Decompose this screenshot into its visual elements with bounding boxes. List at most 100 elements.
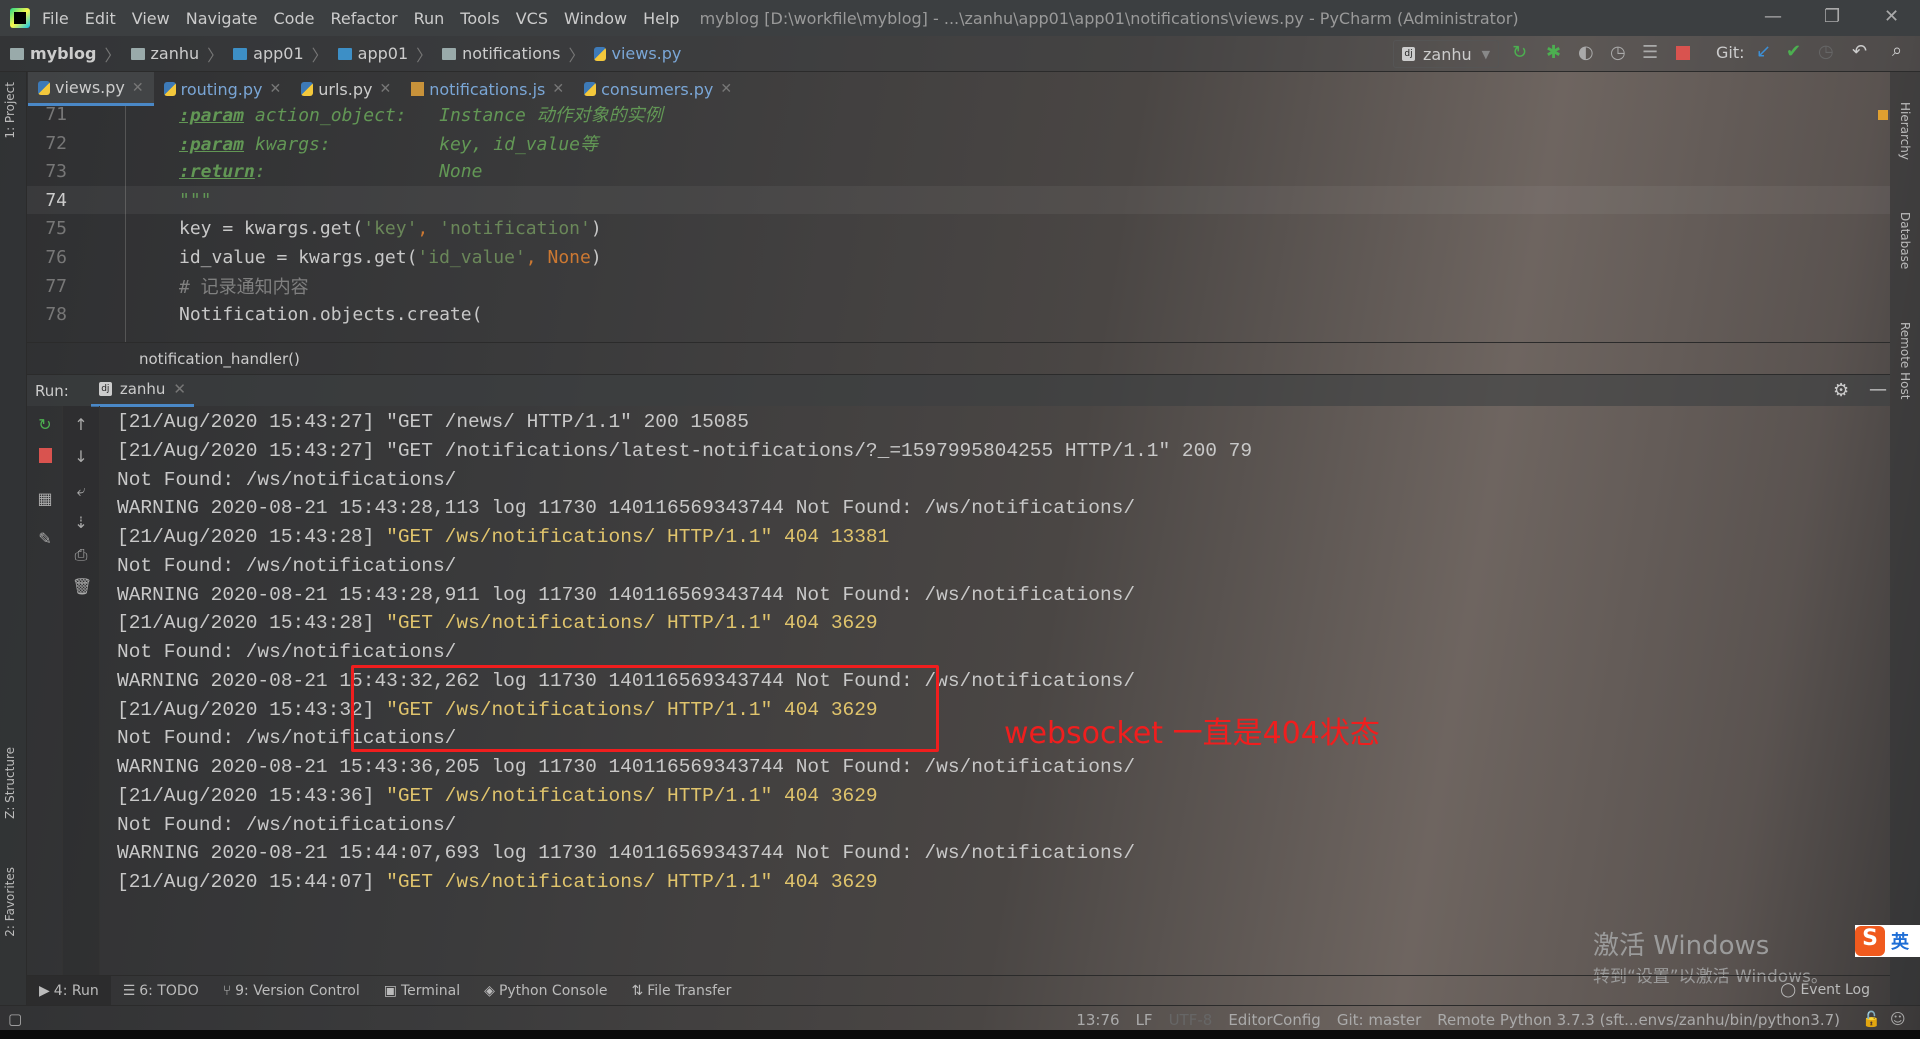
- project-tool-button[interactable]: 1: Project: [3, 82, 17, 139]
- close-icon[interactable]: ✕: [720, 81, 732, 97]
- tool-button-terminal[interactable]: ▣ Terminal: [372, 976, 472, 1006]
- close-icon[interactable]: ✕: [270, 81, 282, 97]
- code-line: 77 # 记录通知内容: [27, 272, 1890, 300]
- git-branch[interactable]: Git: master: [1337, 1011, 1421, 1029]
- menu-window[interactable]: Window: [564, 9, 627, 28]
- search-icon[interactable]: ⌕: [1892, 40, 1902, 61]
- function-crumb[interactable]: notification_handler(): [139, 350, 300, 368]
- menu-refactor[interactable]: Refactor: [330, 9, 397, 28]
- run-icon: ▶: [39, 982, 50, 999]
- database-tool-button[interactable]: Database: [1898, 212, 1912, 269]
- file-encoding[interactable]: UTF-8: [1169, 1011, 1213, 1029]
- close-icon[interactable]: ✕: [173, 380, 186, 398]
- gear-icon[interactable]: ⚙: [1833, 380, 1849, 401]
- tool-button-todo[interactable]: ☰ 6: TODO: [111, 976, 211, 1006]
- menu-code[interactable]: Code: [274, 9, 315, 28]
- hierarchy-tool-button[interactable]: Hierarchy: [1898, 102, 1912, 160]
- remote-host-tool-button[interactable]: Remote Host: [1898, 322, 1912, 399]
- close-button[interactable]: ✕: [1884, 6, 1899, 27]
- profile-icon[interactable]: ◷: [1610, 42, 1626, 63]
- toggle-tool-windows-icon[interactable]: ▢: [8, 1010, 22, 1028]
- run-concurrency-icon[interactable]: ☰: [1642, 42, 1658, 63]
- soft-wrap-icon[interactable]: ⤶: [72, 482, 90, 500]
- run-tab-zanhu[interactable]: dj zanhu ✕: [90, 375, 194, 407]
- breadcrumb-item[interactable]: app01 〉: [337, 42, 432, 66]
- console-line: WARNING 2020-08-21 15:44:07,693 log 1173…: [117, 842, 1136, 865]
- ime-indicator[interactable]: S 英: [1855, 925, 1920, 957]
- breadcrumb-item[interactable]: zanhu 〉: [130, 42, 224, 66]
- caret-position[interactable]: 13:76: [1076, 1011, 1119, 1029]
- print-icon[interactable]: ⎙: [72, 546, 90, 564]
- line-number: 76: [45, 246, 67, 268]
- code-text: :return: None: [179, 160, 483, 182]
- history-icon[interactable]: ◷: [1818, 41, 1834, 62]
- favorites-tool-button[interactable]: 2: Favorites: [3, 867, 17, 937]
- line-separator[interactable]: LF: [1136, 1011, 1153, 1029]
- breadcrumb-item[interactable]: views.py: [594, 42, 681, 66]
- menu-view[interactable]: View: [132, 9, 170, 28]
- menu-help[interactable]: Help: [643, 9, 679, 28]
- restore-button[interactable]: ❐: [1824, 6, 1840, 27]
- menu-vcs[interactable]: VCS: [516, 9, 548, 28]
- code-text: """: [179, 189, 212, 211]
- stop-icon[interactable]: [1676, 46, 1690, 60]
- warning-marker-icon[interactable]: [1878, 110, 1888, 120]
- run-label: Run:: [35, 381, 69, 400]
- breadcrumb-item[interactable]: myblog 〉: [10, 42, 121, 66]
- console-line: WARNING 2020-08-21 15:43:36,205 log 1173…: [117, 756, 1136, 778]
- minimize-button[interactable]: —: [1764, 6, 1782, 27]
- rollback-icon[interactable]: ↶: [1852, 41, 1867, 62]
- menu-edit[interactable]: Edit: [85, 9, 116, 28]
- python-interpreter[interactable]: Remote Python 3.7.3 (sft...envs/zanhu/bi…: [1437, 1011, 1840, 1029]
- close-icon[interactable]: ✕: [379, 81, 391, 97]
- close-icon[interactable]: ✕: [132, 80, 144, 96]
- tool-button-versioncontrol[interactable]: ⑂ 9: Version Control: [211, 976, 372, 1006]
- stop-icon[interactable]: [38, 448, 52, 463]
- run-panel-header: Run: dj zanhu ✕ ⚙ —: [27, 374, 1890, 407]
- annotation-highlight-box: [351, 665, 939, 752]
- python-file-icon: [594, 46, 607, 61]
- trash-icon[interactable]: 🗑: [72, 578, 92, 596]
- todo-icon: ☰: [122, 982, 136, 999]
- tool-button-run[interactable]: ▶ 4: Run: [27, 975, 111, 1006]
- lock-icon[interactable]: 🔓: [1862, 1010, 1881, 1028]
- console-line: Not Found: /ws/notifications/: [117, 813, 457, 836]
- code-editor[interactable]: 71:param action_object: Instance 动作对象的实例…: [27, 104, 1890, 342]
- annotation-text: websocket 一直是404状态: [1004, 716, 1380, 751]
- arrow-up-icon[interactable]: ↑: [72, 416, 90, 434]
- coverage-icon[interactable]: ◐: [1578, 42, 1594, 63]
- line-number: 75: [45, 217, 67, 239]
- run-config-select[interactable]: dj zanhu ▼: [1393, 40, 1500, 68]
- rerun-icon[interactable]: ↻: [1512, 42, 1527, 63]
- function-breadcrumb: notification_handler(): [27, 342, 1890, 374]
- tool-button-filetransfer[interactable]: ⇅ File Transfer: [620, 976, 744, 1006]
- folder-icon: [442, 47, 457, 60]
- speech-bubble-icon: ◯: [1780, 982, 1801, 998]
- folder-icon: [10, 47, 24, 60]
- chevron-right-icon: 〉: [104, 45, 121, 65]
- breadcrumb-item[interactable]: app01 〉: [233, 42, 328, 66]
- rerun-icon[interactable]: ↻: [36, 416, 54, 434]
- git-update-icon[interactable]: ↙: [1756, 41, 1771, 62]
- arrow-down-icon[interactable]: ↓: [72, 448, 90, 466]
- tool-button-pythonconsole[interactable]: ◈ Python Console: [472, 976, 619, 1006]
- menu-navigate[interactable]: Navigate: [186, 9, 258, 28]
- chevron-right-icon: 〉: [207, 45, 224, 65]
- chevron-right-icon: 〉: [568, 45, 585, 65]
- menu-run[interactable]: Run: [414, 9, 445, 28]
- editorconfig[interactable]: EditorConfig: [1228, 1011, 1321, 1029]
- inspector-icon[interactable]: ☺: [1890, 1010, 1906, 1028]
- event-log-button[interactable]: ◯ Event Log: [1780, 982, 1870, 998]
- git-commit-icon[interactable]: ✔: [1786, 41, 1801, 62]
- breadcrumb-item[interactable]: notifications 〉: [442, 42, 584, 66]
- close-icon[interactable]: ✕: [552, 81, 564, 97]
- structure-tool-button[interactable]: Z: Structure: [3, 747, 17, 819]
- minimize-panel-icon[interactable]: —: [1869, 379, 1887, 400]
- menu-file[interactable]: File: [42, 9, 69, 28]
- debug-icon[interactable]: ✱: [1546, 42, 1561, 63]
- console-line: [21/Aug/2020 15:43:27] "GET /notificatio…: [117, 439, 1253, 462]
- pin-icon[interactable]: ✎: [36, 530, 54, 548]
- scroll-to-end-icon[interactable]: ⇣: [72, 514, 90, 532]
- layout-icon[interactable]: ▦: [36, 490, 54, 508]
- menu-tools[interactable]: Tools: [460, 9, 499, 28]
